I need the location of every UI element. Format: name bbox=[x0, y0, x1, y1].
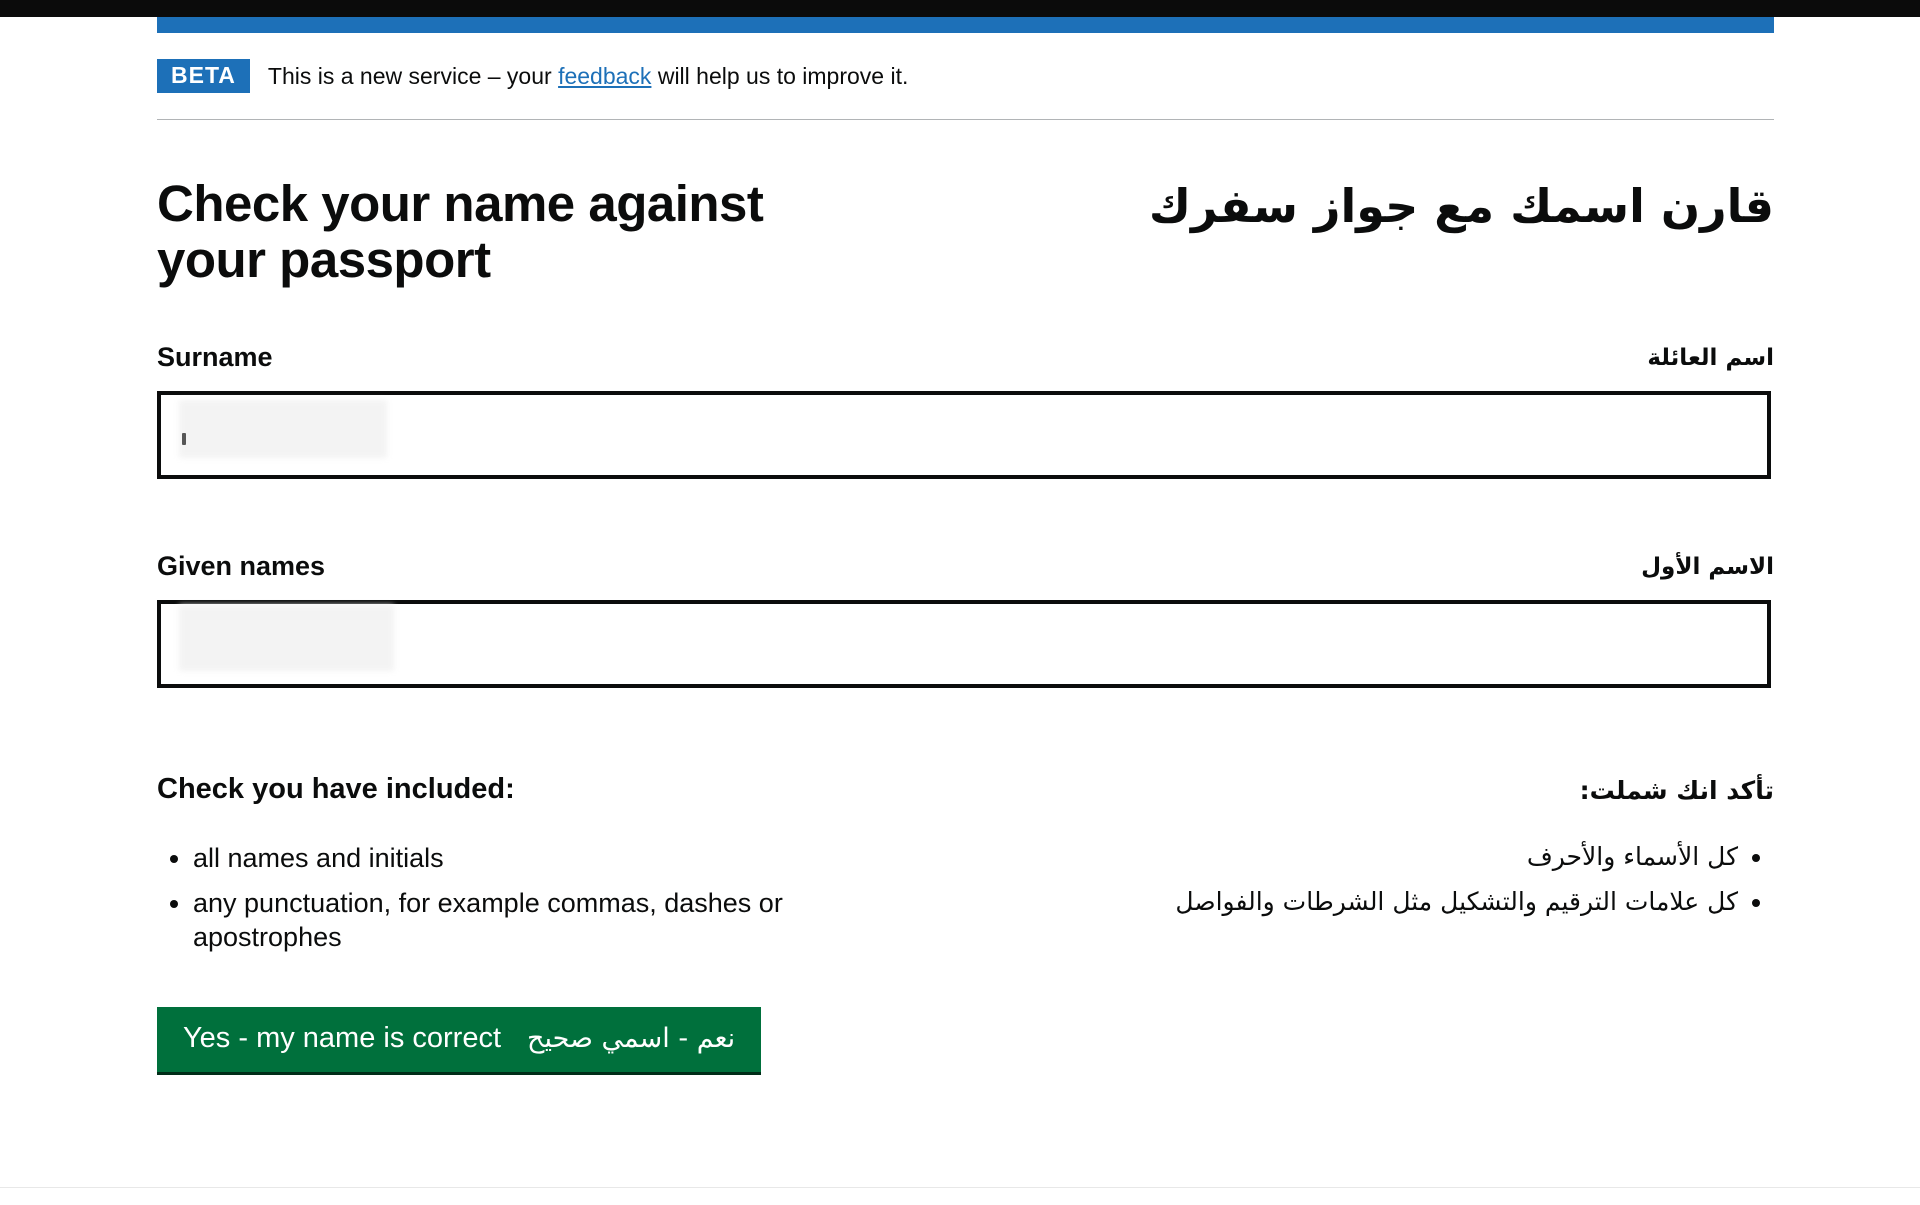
field-group-given-names: Given names الاسم الأول bbox=[157, 551, 1774, 688]
feedback-link[interactable]: feedback bbox=[558, 63, 651, 89]
check-list-english: all names and initials any punctuation, … bbox=[157, 841, 893, 965]
phase-banner: BETA This is a new service – your feedba… bbox=[157, 33, 1774, 120]
page-canvas: BETA This is a new service – your feedba… bbox=[0, 17, 1920, 1188]
surname-input[interactable] bbox=[157, 391, 1771, 479]
confirm-name-button-label-ar: نعم - اسمي صحيح bbox=[527, 1023, 736, 1054]
phase-banner-text: This is a new service – your feedback wi… bbox=[268, 63, 908, 90]
given-names-label: Given names bbox=[157, 551, 326, 581]
given-names-label-arabic: الاسم الأول bbox=[1641, 554, 1774, 580]
surname-text-caret bbox=[182, 433, 186, 445]
confirm-name-button[interactable]: Yes - my name is correct نعم - اسمي صحيح bbox=[157, 1007, 762, 1072]
check-lists-row: all names and initials any punctuation, … bbox=[157, 841, 1774, 971]
content-column: BETA This is a new service – your feedba… bbox=[157, 17, 1774, 1072]
check-heading-arabic: تأكد انك شملت: bbox=[1579, 776, 1774, 805]
surname-label: Surname bbox=[157, 342, 273, 372]
given-names-label-row: Given names الاسم الأول bbox=[157, 551, 1774, 585]
surname-label-row: Surname اسم العائلة bbox=[157, 342, 1774, 376]
list-item: كل علامات الترقيم والتشكيل مثل الشرطات و… bbox=[1018, 886, 1738, 919]
field-group-surname: Surname اسم العائلة bbox=[157, 342, 1774, 479]
phase-text-before: This is a new service – your bbox=[267, 62, 559, 89]
check-heading-row: Check you have included: تأكد انك شملت: bbox=[157, 773, 1774, 813]
given-names-input[interactable] bbox=[157, 600, 1771, 688]
check-heading: Check you have included: bbox=[157, 773, 515, 805]
service-header-bar bbox=[157, 17, 1774, 33]
page-bottom-edge bbox=[0, 1187, 1920, 1205]
list-item: كل الأسماء والأحرف bbox=[1018, 841, 1738, 874]
check-list-arabic: كل الأسماء والأحرف كل علامات الترقيم وال… bbox=[1018, 841, 1774, 930]
list-item: any punctuation, for example commas, das… bbox=[193, 886, 893, 955]
page-heading-row: Check your name against your passport قا… bbox=[157, 176, 1774, 296]
phase-text-after: will help us to improve it. bbox=[651, 62, 909, 89]
confirm-name-button-label-en: Yes - my name is correct bbox=[183, 1022, 502, 1054]
surname-label-arabic: اسم العائلة bbox=[1647, 345, 1774, 371]
page-title-arabic: قارن اسمك مع جواز سفرك bbox=[1148, 179, 1774, 233]
list-item: all names and initials bbox=[193, 841, 893, 876]
page-title: Check your name against your passport bbox=[157, 175, 764, 288]
check-included-section: Check you have included: تأكد انك شملت: … bbox=[157, 773, 1774, 1072]
beta-badge: BETA bbox=[157, 59, 250, 93]
browser-chrome-bar bbox=[0, 0, 1920, 17]
